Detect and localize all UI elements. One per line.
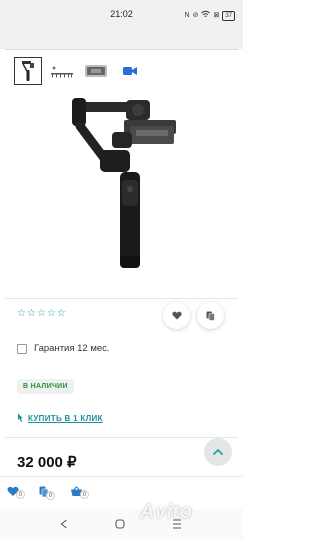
- star-icon[interactable]: ☆: [37, 309, 46, 319]
- thumb-gimbal[interactable]: [14, 57, 42, 85]
- scroll-top-button[interactable]: [204, 438, 232, 466]
- compare-count: 0: [46, 491, 55, 500]
- warranty-label: Гарантия 12 мес.: [34, 343, 110, 354]
- cursor-icon: [18, 413, 23, 422]
- compare-shortcut[interactable]: 0: [39, 486, 55, 500]
- favorite-button[interactable]: [163, 302, 190, 329]
- mute-icon: ⊘: [192, 11, 199, 19]
- home-icon[interactable]: [115, 519, 125, 529]
- warranty-checkbox[interactable]: [17, 343, 27, 354]
- buy-one-click-link[interactable]: КУПИТЬ В 1 КЛИК: [16, 413, 103, 423]
- copy-icon: [206, 311, 215, 321]
- thumb-box[interactable]: [82, 57, 110, 85]
- product-price: 32 000 ₽: [17, 454, 77, 471]
- favorites-shortcut[interactable]: 0: [7, 486, 25, 499]
- thumb-video[interactable]: [116, 57, 144, 85]
- x-icon: ⊠: [213, 11, 220, 19]
- wifi-icon: [201, 10, 211, 21]
- thumb-accessories[interactable]: [48, 57, 76, 85]
- chevron-up-icon: [213, 449, 223, 455]
- bottom-action-bar: 0 0 0: [0, 476, 243, 509]
- card-top-border: [5, 49, 238, 51]
- favorites-count: 0: [16, 490, 25, 499]
- price-divider: [5, 437, 238, 438]
- nfc-icon: N: [184, 11, 190, 19]
- system-nav-bar: [0, 509, 243, 540]
- compare-button[interactable]: [197, 302, 224, 329]
- availability-badge: В НАЛИЧИИ: [17, 379, 74, 394]
- product-image[interactable]: [60, 92, 190, 277]
- top-spacer: [0, 30, 243, 49]
- battery-icon: 37: [222, 10, 235, 21]
- status-bar: 21:02 N ⊘ ⊠ 37: [0, 0, 243, 30]
- star-icon[interactable]: ☆: [27, 309, 36, 319]
- star-icon[interactable]: ☆: [17, 309, 26, 319]
- rating-stars: ☆ ☆ ☆ ☆ ☆: [17, 309, 66, 319]
- star-icon[interactable]: ☆: [57, 309, 66, 319]
- buy-one-click-label: КУПИТЬ В 1 КЛИК: [28, 413, 103, 423]
- cart-shortcut[interactable]: 0: [70, 486, 89, 499]
- star-icon[interactable]: ☆: [47, 309, 56, 319]
- video-camera-icon: [123, 67, 137, 75]
- heart-icon: [171, 311, 182, 320]
- warranty-option[interactable]: Гарантия 12 мес.: [17, 343, 110, 354]
- cart-count: 0: [80, 490, 89, 499]
- avito-watermark: Avito: [140, 501, 193, 523]
- status-icons: N ⊘ ⊠ 37: [184, 10, 235, 21]
- rating-divider: [5, 298, 238, 299]
- thumbnail-strip: [14, 57, 144, 85]
- back-icon[interactable]: [60, 519, 68, 529]
